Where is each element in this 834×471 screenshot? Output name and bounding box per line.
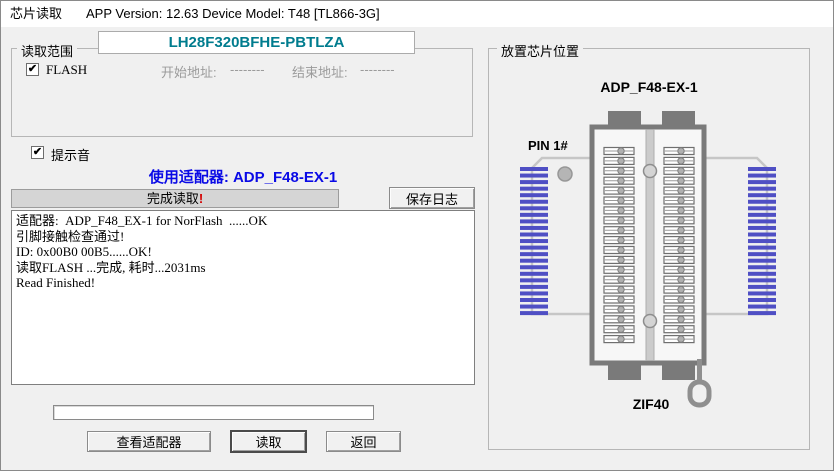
title-bar: 芯片读取 APP Version: 12.63 Device Model: T48… (1, 1, 833, 27)
view-adapter-button[interactable]: 查看适配器 (87, 431, 211, 452)
status-bar: 完成读取! (11, 189, 339, 208)
start-address-value: -------- (230, 62, 265, 77)
progress-bar (53, 405, 374, 420)
zif-socket-diagram (520, 111, 776, 408)
checkbox-checked-icon: ✔ (27, 63, 38, 75)
beep-checkbox-label[interactable]: 提示音 (51, 145, 90, 164)
adapter-name-label: ADP_F48-EX-1 (600, 79, 698, 95)
beep-checkbox[interactable]: ✔ (31, 146, 44, 159)
end-address-label: 结束地址: (292, 65, 348, 80)
zif-lever-handle (687, 379, 712, 408)
flash-checkbox[interactable]: ✔ (26, 63, 39, 76)
adapter-in-use-text: 使用适配器: ADP_F48-EX-1 (148, 169, 338, 186)
log-line: 读取FLASH ...完成, 耗时...2031ms (16, 259, 206, 275)
window-title: 芯片读取 (10, 6, 63, 21)
log-line: 引脚接触检查通过! (16, 228, 125, 244)
checkbox-checked-icon: ✔ (32, 146, 43, 158)
status-exclamation: ! (198, 191, 204, 206)
start-address-label: 开始地址: (161, 65, 217, 80)
end-address-value: -------- (360, 62, 395, 77)
log-line: Read Finished! (16, 275, 96, 290)
pin1-marker-icon (557, 166, 573, 182)
read-range-group-label: 读取范围 (17, 41, 78, 60)
window-subtitle: APP Version: 12.63 Device Model: T48 [TL… (86, 6, 380, 21)
back-button[interactable]: 返回 (326, 431, 401, 452)
dialog-window: 芯片读取 APP Version: 12.63 Device Model: T48… (0, 0, 834, 471)
status-text: 完成读取 (146, 191, 199, 206)
channel-screw-icon (642, 163, 658, 179)
log-line: ID: 0x00B0 00B5......OK! (16, 244, 152, 259)
channel-screw-icon (642, 313, 658, 329)
chip-name-display: LH28F320BFHE-PBTLZA (98, 31, 415, 54)
chip-placement-group-label: 放置芯片位置 (497, 41, 584, 60)
flash-checkbox-label[interactable]: FLASH (46, 62, 87, 78)
read-button[interactable]: 读取 (230, 430, 307, 453)
log-line: 适配器: ADP_F48_EX-1 for NorFlash ......OK (16, 213, 268, 228)
log-output[interactable]: 适配器: ADP_F48_EX-1 for NorFlash ......OK … (11, 210, 475, 385)
save-log-button[interactable]: 保存日志 (389, 187, 475, 209)
